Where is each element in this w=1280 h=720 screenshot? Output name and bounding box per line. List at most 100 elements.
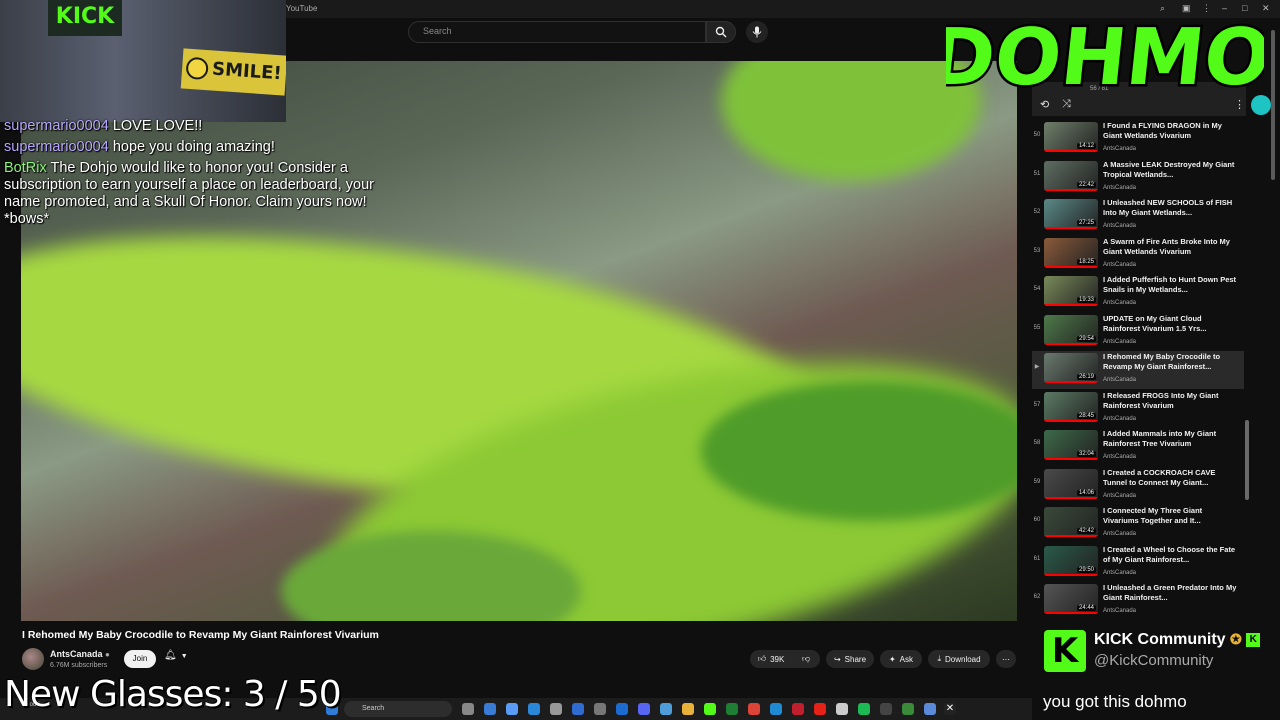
camera-icon[interactable] xyxy=(550,703,562,715)
playlist-item[interactable]: 54 19:33 I Added Pufferfish to Hunt Down P… xyxy=(1032,274,1244,312)
video-duration: 28:45 xyxy=(1076,412,1096,419)
playlist-item-number: 59 xyxy=(1033,478,1041,485)
share-icon: ↪ xyxy=(833,654,841,664)
playlist-thumbnail[interactable]: 14:06 xyxy=(1044,468,1098,499)
playlist-item-title[interactable]: I Created a Wheel to Choose the Fate of … xyxy=(1103,545,1239,565)
channel-avatar[interactable] xyxy=(22,648,44,670)
app-icon[interactable] xyxy=(660,703,672,715)
excel-icon[interactable] xyxy=(726,703,738,715)
playlist-item-title[interactable]: I Rehomed My Baby Crocodile to Revamp My… xyxy=(1103,352,1239,372)
playlist-thumbnail[interactable]: 28:45 xyxy=(1044,391,1098,422)
playlist-item[interactable]: 58 32:04 I Added Mammals into My Giant Rai… xyxy=(1032,428,1244,466)
search-input[interactable]: Search xyxy=(408,21,706,43)
thumbs-down-icon: 👎︎ xyxy=(801,654,811,663)
playlist-thumbnail[interactable]: 29:50 xyxy=(1044,545,1098,576)
app-icon[interactable] xyxy=(880,703,892,715)
playlist-item-title[interactable]: I Unleashed NEW SCHOOLS of FISH Into My … xyxy=(1103,198,1239,218)
playlist-item[interactable]: 61 29:50 I Created a Wheel to Choose the F… xyxy=(1032,544,1244,582)
task-view-icon[interactable] xyxy=(462,703,474,715)
file-explorer-icon[interactable] xyxy=(682,703,694,715)
ask-button[interactable]: ✦ Ask xyxy=(880,650,922,668)
playlist-item[interactable]: 60 42:42 I Connected My Three Giant Vivari… xyxy=(1032,505,1244,543)
playlist-scrollbar[interactable] xyxy=(1244,120,1250,620)
extensions-icon[interactable]: ▣ xyxy=(1182,3,1191,14)
more-actions-button[interactable]: ⋯ xyxy=(996,650,1016,668)
kick-handle: @KickCommunity xyxy=(1094,652,1214,669)
app-icon[interactable] xyxy=(616,703,628,715)
app-icon[interactable] xyxy=(924,703,936,715)
playlist-item-title[interactable]: I Unleashed a Green Predator Into My Gia… xyxy=(1103,583,1239,603)
browser-tab-title[interactable]: YouTube xyxy=(286,4,317,13)
download-button[interactable]: ⤓ Download xyxy=(928,650,990,668)
youtube-icon[interactable] xyxy=(814,703,826,715)
playlist-thumbnail[interactable]: 26:19 xyxy=(1044,353,1098,383)
dislike-button[interactable]: 👎︎ xyxy=(792,650,820,668)
channel-name[interactable]: AntsCanada ● xyxy=(50,649,110,659)
maximize-icon[interactable]: □ xyxy=(1242,3,1247,13)
playlist-item-title[interactable]: I Added Mammals into My Giant Rainforest… xyxy=(1103,429,1239,449)
playlist-thumbnail[interactable]: 24:44 xyxy=(1044,584,1098,614)
voice-search-button[interactable] xyxy=(746,21,768,43)
playlist-item-title[interactable]: A Swarm of Fire Ants Broke Into My Giant… xyxy=(1103,237,1239,257)
chat-text: LOVE LOVE!! xyxy=(108,118,203,134)
sparkle-icon: ✦ xyxy=(888,654,896,664)
playlist-thumbnail[interactable]: 19:33 xyxy=(1044,276,1098,306)
x-icon[interactable]: ✕ xyxy=(944,703,956,715)
playlist-item[interactable]: 55 29:54 UPDATE on My Giant Cloud Rainfore… xyxy=(1032,313,1244,351)
more-horizontal-icon: ⋯ xyxy=(1002,654,1010,664)
playlist-item[interactable]: 50 14:12 I Found a FLYING DRAGON in My Gia… xyxy=(1032,120,1244,158)
playlist-item-title[interactable]: UPDATE on My Giant Cloud Rainforest Viva… xyxy=(1103,314,1239,334)
playlist-item-title[interactable]: A Massive LEAK Destroyed My Giant Tropic… xyxy=(1103,160,1239,180)
watch-progress-bar xyxy=(1044,342,1098,345)
app-icon[interactable] xyxy=(792,703,804,715)
subscribed-bell-button[interactable]: 🔔︎ ▼ xyxy=(164,650,200,668)
widgets-icon[interactable] xyxy=(484,703,496,715)
zoom-icon[interactable]: ⌕ xyxy=(1160,3,1165,14)
spotify-icon[interactable] xyxy=(858,703,870,715)
playlist-thumbnail[interactable]: 42:42 xyxy=(1044,507,1098,537)
app-icon[interactable] xyxy=(594,703,606,715)
playlist-item-title[interactable]: I Added Pufferfish to Hunt Down Pest Sna… xyxy=(1103,275,1239,295)
playlist-item-title[interactable]: I Created a COCKROACH CAVE Tunnel to Con… xyxy=(1103,468,1239,488)
verified-badge-icon: ✪ xyxy=(1230,631,1242,647)
playlist-thumbnail[interactable]: 22:42 xyxy=(1044,160,1098,191)
playlist-item[interactable]: ▶ 26:19 I Rehomed My Baby Crocodile to Rev… xyxy=(1032,351,1244,389)
smile-sign-text: SMILE! xyxy=(211,58,283,85)
playlist-thumbnail[interactable]: 29:54 xyxy=(1044,314,1098,345)
app-icon[interactable] xyxy=(902,703,914,715)
playlist-item-title[interactable]: I Found a FLYING DRAGON in My Giant Wetl… xyxy=(1103,121,1239,141)
glasses-counter-overlay: New Glasses: 3 / 50 xyxy=(4,674,342,715)
playlist-item[interactable]: 52 27:25 I Unleashed NEW SCHOOLS of FISH I… xyxy=(1032,197,1244,235)
watch-progress-bar xyxy=(1044,458,1098,460)
edge-icon[interactable] xyxy=(770,703,782,715)
kick-icon[interactable] xyxy=(704,703,716,715)
playlist-thumbnail[interactable]: 14:12 xyxy=(1044,122,1098,152)
app-icon[interactable] xyxy=(572,703,584,715)
chrome-icon[interactable] xyxy=(748,703,760,715)
taskbar-search[interactable]: Search xyxy=(344,701,452,717)
discord-icon[interactable] xyxy=(638,703,650,715)
video-duration: 42:42 xyxy=(1076,528,1096,534)
playlist-item[interactable]: 57 28:45 I Released FROGS Into My Giant Ra… xyxy=(1032,390,1244,428)
join-button[interactable]: Join xyxy=(124,650,156,668)
more-options-icon[interactable]: ⋮ xyxy=(1202,3,1211,14)
playlist-item[interactable]: 53 18:25 A Swarm of Fire Ants Broke Into M… xyxy=(1032,236,1244,274)
mail-icon[interactable] xyxy=(528,703,540,715)
video-duration: 18:25 xyxy=(1076,258,1096,265)
minimize-icon[interactable]: – xyxy=(1222,3,1227,13)
playlist-item-title[interactable]: I Released FROGS Into My Giant Rainfores… xyxy=(1103,391,1239,411)
obs-icon[interactable] xyxy=(836,703,848,715)
app-icon[interactable] xyxy=(506,703,518,715)
share-button[interactable]: ↪ Share xyxy=(826,650,874,668)
playlist-thumbnail[interactable]: 18:25 xyxy=(1044,237,1098,268)
search-button[interactable] xyxy=(706,21,736,43)
like-button[interactable]: 👍︎ 39K xyxy=(750,650,792,668)
page-scrollbar[interactable] xyxy=(1270,20,1276,620)
playlist-thumbnail[interactable]: 27:25 xyxy=(1044,199,1098,229)
close-window-icon[interactable]: ✕ xyxy=(1262,3,1270,14)
playlist-item[interactable]: 51 22:42 A Massive LEAK Destroyed My Giant… xyxy=(1032,159,1244,197)
playlist-item-title[interactable]: I Connected My Three Giant Vivariums Tog… xyxy=(1103,506,1239,526)
playlist-item[interactable]: 62 24:44 I Unleashed a Green Predator Into… xyxy=(1032,582,1244,620)
playlist-item[interactable]: 59 14:06 I Created a COCKROACH CAVE Tunnel… xyxy=(1032,467,1244,505)
playlist-thumbnail[interactable]: 32:04 xyxy=(1044,430,1098,460)
